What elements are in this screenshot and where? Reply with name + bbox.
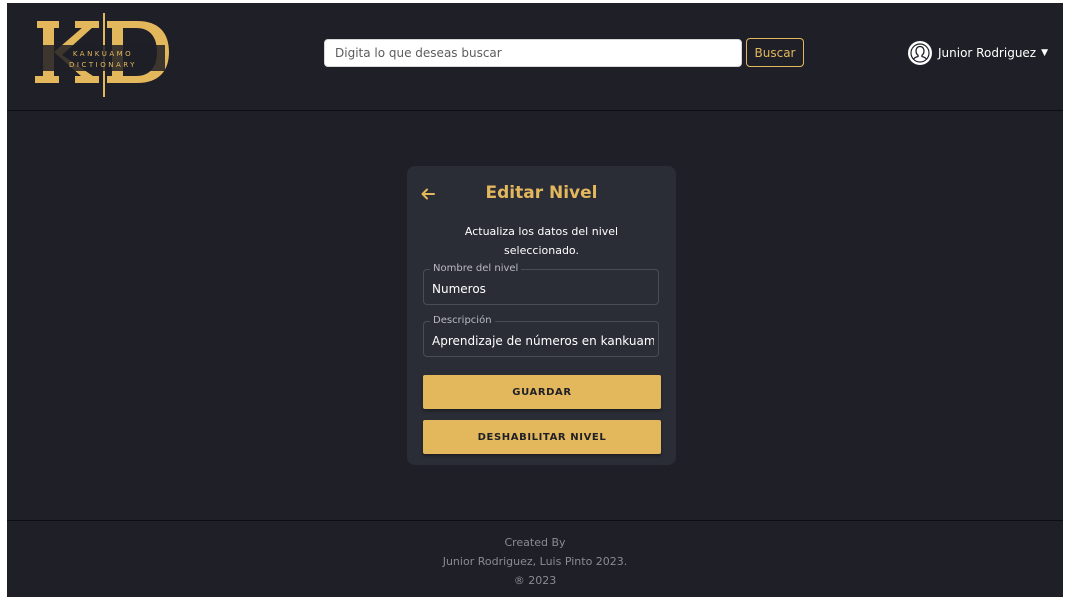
footer-authors: Junior Rodriguez, Luis Pinto 2023. [442, 555, 628, 568]
edit-level-card: Editar Nivel Actualiza los datos del niv… [407, 166, 676, 465]
user-name: Junior Rodriguez [938, 46, 1037, 60]
level-name-field[interactable]: Nombre del nivel Numeros [423, 263, 659, 305]
description-label: Descripción [430, 315, 495, 327]
search-input[interactable] [324, 39, 742, 67]
card-subtitle: Actualiza los datos del nivel selecciona… [464, 225, 619, 257]
level-name-value: Numeros [432, 282, 486, 296]
user-menu[interactable]: Junior Rodriguez ▼ [908, 39, 1048, 67]
chevron-down-icon: ▼ [1041, 48, 1049, 58]
footer-created-by: Created By [504, 536, 566, 549]
footer-copyright: ® 2023 [513, 574, 557, 587]
navbar: KANKUAMO DICTIONARY Buscar Junior Rodrig… [7, 3, 1063, 111]
level-name-label: Nombre del nivel [430, 263, 522, 275]
page-title: Editar Nivel [485, 183, 598, 203]
description-field[interactable]: Descripción Aprendizaje de números en ka… [423, 315, 659, 357]
user-avatar-icon [908, 41, 932, 65]
kd-logo[interactable]: KANKUAMO DICTIONARY [31, 9, 176, 99]
footer: Created By Junior Rodriguez, Luis Pinto … [7, 520, 1063, 597]
save-button[interactable]: GUARDAR [423, 375, 661, 409]
description-value: Aprendizaje de números en kankuamo [432, 334, 654, 348]
logo-line1: KANKUAMO [73, 50, 133, 58]
logo-line2: DICTIONARY [69, 61, 137, 69]
search-button[interactable]: Buscar [746, 38, 804, 67]
disable-level-button[interactable]: DESHABILITAR NIVEL [423, 420, 661, 454]
app-window: KANKUAMO DICTIONARY Buscar Junior Rodrig… [7, 3, 1063, 597]
